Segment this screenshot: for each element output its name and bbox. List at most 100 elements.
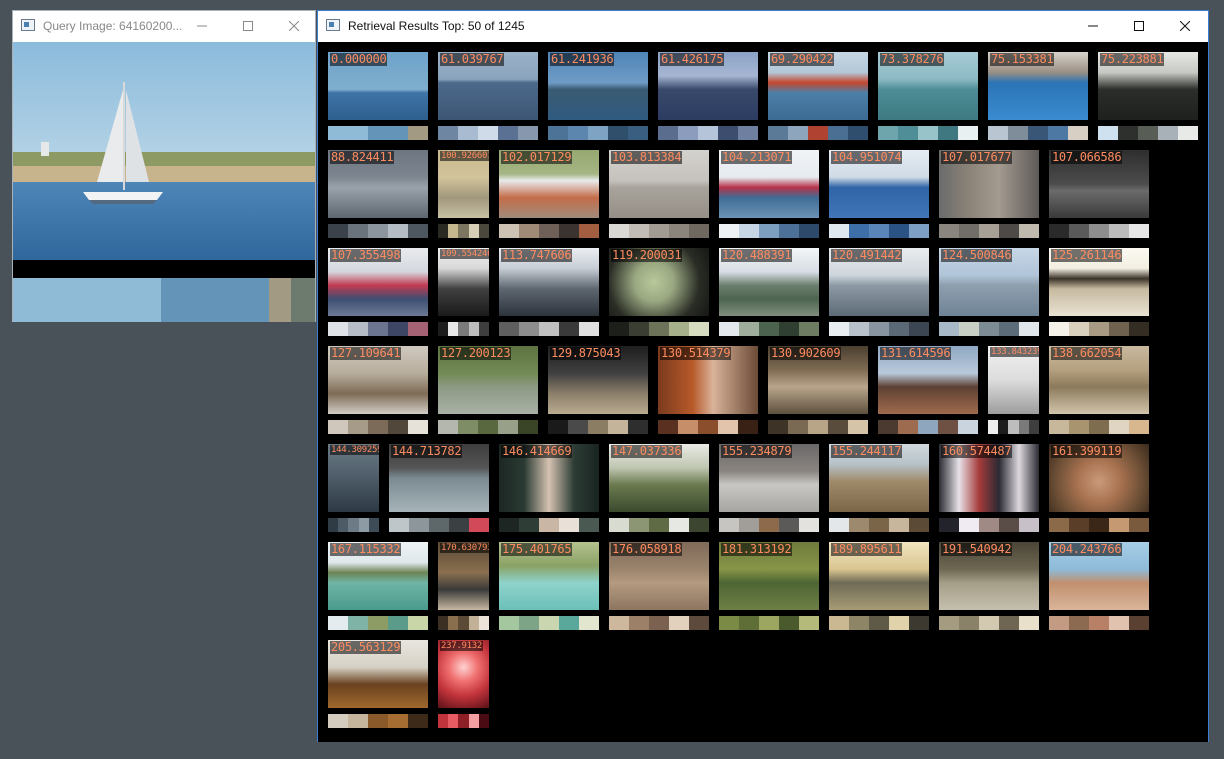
- result-thumbnail[interactable]: 75.223881: [1098, 52, 1198, 120]
- result-thumbnail[interactable]: 189.895611: [829, 542, 929, 610]
- result-thumbnail[interactable]: 204.243766: [1049, 542, 1149, 610]
- result-cell[interactable]: 120.491442: [829, 248, 929, 336]
- result-cell[interactable]: 191.540942: [939, 542, 1039, 630]
- result-cell[interactable]: 102.017129: [499, 150, 599, 238]
- result-thumbnail[interactable]: 61.039767: [438, 52, 538, 120]
- result-cell[interactable]: 0.000000: [328, 52, 428, 140]
- result-thumbnail[interactable]: 75.153381: [988, 52, 1088, 120]
- result-cell[interactable]: 133.843239: [988, 346, 1040, 434]
- close-button[interactable]: [271, 11, 317, 41]
- result-thumbnail[interactable]: 181.313192: [719, 542, 819, 610]
- result-thumbnail[interactable]: 160.574487: [939, 444, 1039, 512]
- result-thumbnail[interactable]: 69.290422: [768, 52, 868, 120]
- result-cell[interactable]: 88.824411: [328, 150, 428, 238]
- result-cell[interactable]: 107.017677: [939, 150, 1039, 238]
- result-thumbnail[interactable]: 127.200123: [438, 346, 538, 414]
- results-window-titlebar[interactable]: Retrieval Results Top: 50 of 1245: [318, 11, 1208, 41]
- result-thumbnail[interactable]: 237.9132: [438, 640, 489, 708]
- result-thumbnail[interactable]: 127.109641: [328, 346, 428, 414]
- result-cell[interactable]: 155.244117: [829, 444, 929, 532]
- result-cell[interactable]: 104.951074: [829, 150, 929, 238]
- result-thumbnail[interactable]: 131.614596: [878, 346, 978, 414]
- result-thumbnail[interactable]: 170.630793: [438, 542, 489, 610]
- query-window-titlebar[interactable]: Query Image: 64160200...: [13, 11, 315, 41]
- result-cell[interactable]: 204.243766: [1049, 542, 1149, 630]
- result-thumbnail[interactable]: 161.399119: [1049, 444, 1149, 512]
- result-thumbnail[interactable]: 205.563129: [328, 640, 428, 708]
- result-thumbnail[interactable]: 103.813384: [609, 150, 709, 218]
- result-thumbnail[interactable]: 88.824411: [328, 150, 428, 218]
- result-cell[interactable]: 138.662054: [1049, 346, 1149, 434]
- result-thumbnail[interactable]: 176.058918: [609, 542, 709, 610]
- maximize-button[interactable]: [225, 11, 271, 41]
- result-cell[interactable]: 167.115332: [328, 542, 428, 630]
- result-thumbnail[interactable]: 73.378276: [878, 52, 978, 120]
- result-thumbnail[interactable]: 155.234879: [719, 444, 819, 512]
- result-cell[interactable]: 100.926601: [438, 150, 490, 238]
- result-cell[interactable]: 75.153381: [988, 52, 1088, 140]
- result-thumbnail[interactable]: 120.488391: [719, 248, 819, 316]
- result-cell[interactable]: 175.401765: [499, 542, 599, 630]
- result-cell[interactable]: 109.554246: [438, 248, 490, 336]
- result-thumbnail[interactable]: 124.500846: [939, 248, 1039, 316]
- result-thumbnail[interactable]: 144.309259: [328, 444, 379, 512]
- maximize-button[interactable]: [1116, 11, 1162, 41]
- result-cell[interactable]: 189.895611: [829, 542, 929, 630]
- result-cell[interactable]: 130.514379: [658, 346, 758, 434]
- result-cell[interactable]: 144.713782: [389, 444, 489, 532]
- result-thumbnail[interactable]: 102.017129: [499, 150, 599, 218]
- result-thumbnail[interactable]: 133.843239: [988, 346, 1039, 414]
- result-cell[interactable]: 75.223881: [1098, 52, 1198, 140]
- result-thumbnail[interactable]: 144.713782: [389, 444, 489, 512]
- result-thumbnail[interactable]: 100.926601: [438, 150, 489, 218]
- result-cell[interactable]: 237.9132: [438, 640, 490, 728]
- result-cell[interactable]: 61.426175: [658, 52, 758, 140]
- result-cell[interactable]: 119.200031: [609, 248, 709, 336]
- result-cell[interactable]: 120.488391: [719, 248, 819, 336]
- result-cell[interactable]: 155.234879: [719, 444, 819, 532]
- result-cell[interactable]: 127.109641: [328, 346, 428, 434]
- result-thumbnail[interactable]: 175.401765: [499, 542, 599, 610]
- result-cell[interactable]: 131.614596: [878, 346, 978, 434]
- result-cell[interactable]: 170.630793: [438, 542, 490, 630]
- result-thumbnail[interactable]: 109.554246: [438, 248, 489, 316]
- result-thumbnail[interactable]: 125.261146: [1049, 248, 1149, 316]
- result-cell[interactable]: 125.261146: [1049, 248, 1149, 336]
- result-cell[interactable]: 181.313192: [719, 542, 819, 630]
- result-cell[interactable]: 129.875043: [548, 346, 648, 434]
- result-cell[interactable]: 176.058918: [609, 542, 709, 630]
- result-cell[interactable]: 144.309259: [328, 444, 380, 532]
- result-thumbnail[interactable]: 191.540942: [939, 542, 1039, 610]
- result-thumbnail[interactable]: 107.017677: [939, 150, 1039, 218]
- query-image-window[interactable]: Query Image: 64160200...: [12, 10, 316, 322]
- result-cell[interactable]: 103.813384: [609, 150, 709, 238]
- result-thumbnail[interactable]: 129.875043: [548, 346, 648, 414]
- result-thumbnail[interactable]: 61.426175: [658, 52, 758, 120]
- result-cell[interactable]: 146.414669: [499, 444, 599, 532]
- result-cell[interactable]: 127.200123: [438, 346, 538, 434]
- result-cell[interactable]: 69.290422: [768, 52, 868, 140]
- result-thumbnail[interactable]: 119.200031: [609, 248, 709, 316]
- close-button[interactable]: [1162, 11, 1208, 41]
- result-thumbnail[interactable]: 146.414669: [499, 444, 599, 512]
- result-thumbnail[interactable]: 130.902609: [768, 346, 868, 414]
- result-cell[interactable]: 205.563129: [328, 640, 428, 728]
- result-thumbnail[interactable]: 104.951074: [829, 150, 929, 218]
- result-thumbnail[interactable]: 138.662054: [1049, 346, 1149, 414]
- minimize-button[interactable]: [1070, 11, 1116, 41]
- result-cell[interactable]: 107.066586: [1049, 150, 1149, 238]
- result-thumbnail[interactable]: 107.355498: [328, 248, 428, 316]
- result-thumbnail[interactable]: 113.747606: [499, 248, 599, 316]
- result-cell[interactable]: 104.213071: [719, 150, 819, 238]
- result-thumbnail[interactable]: 130.514379: [658, 346, 758, 414]
- result-cell[interactable]: 107.355498: [328, 248, 428, 336]
- result-cell[interactable]: 61.241936: [548, 52, 648, 140]
- result-cell[interactable]: 160.574487: [939, 444, 1039, 532]
- result-thumbnail[interactable]: 61.241936: [548, 52, 648, 120]
- result-cell[interactable]: 161.399119: [1049, 444, 1149, 532]
- result-thumbnail[interactable]: 120.491442: [829, 248, 929, 316]
- result-cell[interactable]: 61.039767: [438, 52, 538, 140]
- result-thumbnail[interactable]: 155.244117: [829, 444, 929, 512]
- result-cell[interactable]: 113.747606: [499, 248, 599, 336]
- result-thumbnail[interactable]: 147.037336: [609, 444, 709, 512]
